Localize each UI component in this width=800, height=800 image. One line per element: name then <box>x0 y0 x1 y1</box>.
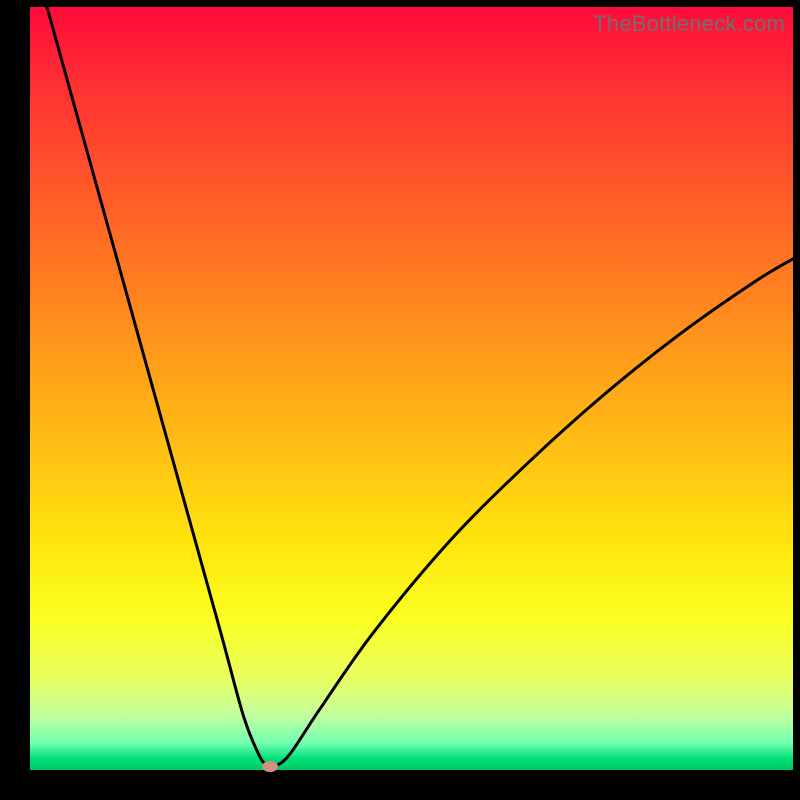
bottleneck-curve-path <box>30 0 793 767</box>
curve-svg <box>30 7 793 770</box>
chart-frame: TheBottleneck.com <box>0 0 800 800</box>
minimum-marker <box>262 761 278 772</box>
plot-area: TheBottleneck.com <box>30 7 793 770</box>
